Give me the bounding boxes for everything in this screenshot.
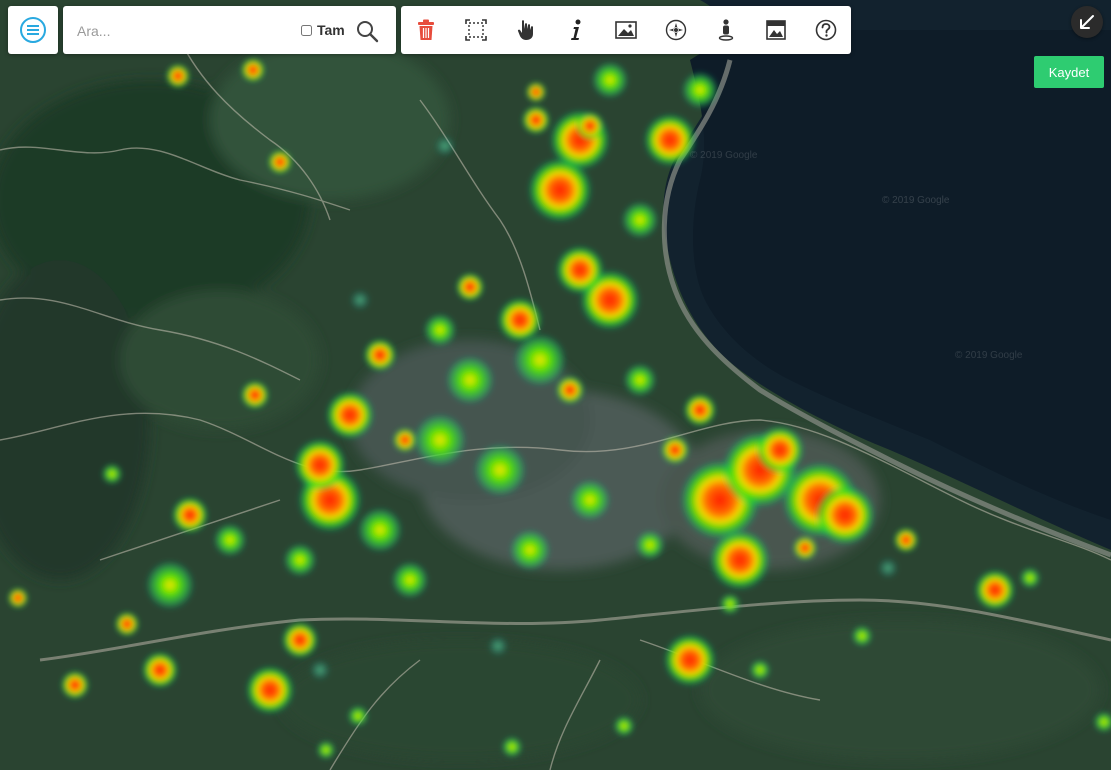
search-icon[interactable] (355, 19, 379, 43)
compass-icon (665, 19, 687, 41)
exact-match-checkbox[interactable] (301, 24, 312, 36)
select-area-icon (465, 19, 487, 41)
delete-icon (418, 19, 434, 40)
delete-button[interactable] (401, 6, 451, 54)
image-icon (615, 21, 637, 39)
collapse-button[interactable] (1071, 6, 1103, 38)
map-attribution: © 2019 Google (955, 350, 1023, 361)
info-button[interactable] (551, 6, 601, 54)
save-button[interactable]: Kaydet (1034, 56, 1104, 88)
map-canvas[interactable]: © 2019 Google © 2019 Google © 2019 Googl… (0, 0, 1111, 770)
info-icon (571, 19, 581, 40)
map-toolbar (401, 6, 851, 54)
street-view-icon (718, 19, 734, 41)
map-attribution: © 2019 Google (690, 150, 758, 161)
search-box: Tam (63, 6, 396, 54)
photo-gallery-button[interactable] (751, 6, 801, 54)
photo-gallery-icon (766, 20, 786, 40)
map-attribution: © 2019 Google (882, 195, 950, 206)
street-view-button[interactable] (701, 6, 751, 54)
arrow-down-left-icon (1080, 15, 1094, 29)
select-area-button[interactable] (451, 6, 501, 54)
hamburger-menu-icon (20, 17, 46, 43)
image-button[interactable] (601, 6, 651, 54)
pan-button[interactable] (501, 6, 551, 54)
compass-button[interactable] (651, 6, 701, 54)
exact-match-label: Tam (317, 22, 345, 38)
help-button[interactable] (801, 6, 851, 54)
menu-button[interactable] (8, 6, 58, 54)
search-input[interactable] (75, 18, 279, 44)
help-icon (815, 19, 837, 41)
pan-hand-icon (517, 20, 533, 40)
exact-match-toggle[interactable]: Tam (301, 22, 345, 38)
